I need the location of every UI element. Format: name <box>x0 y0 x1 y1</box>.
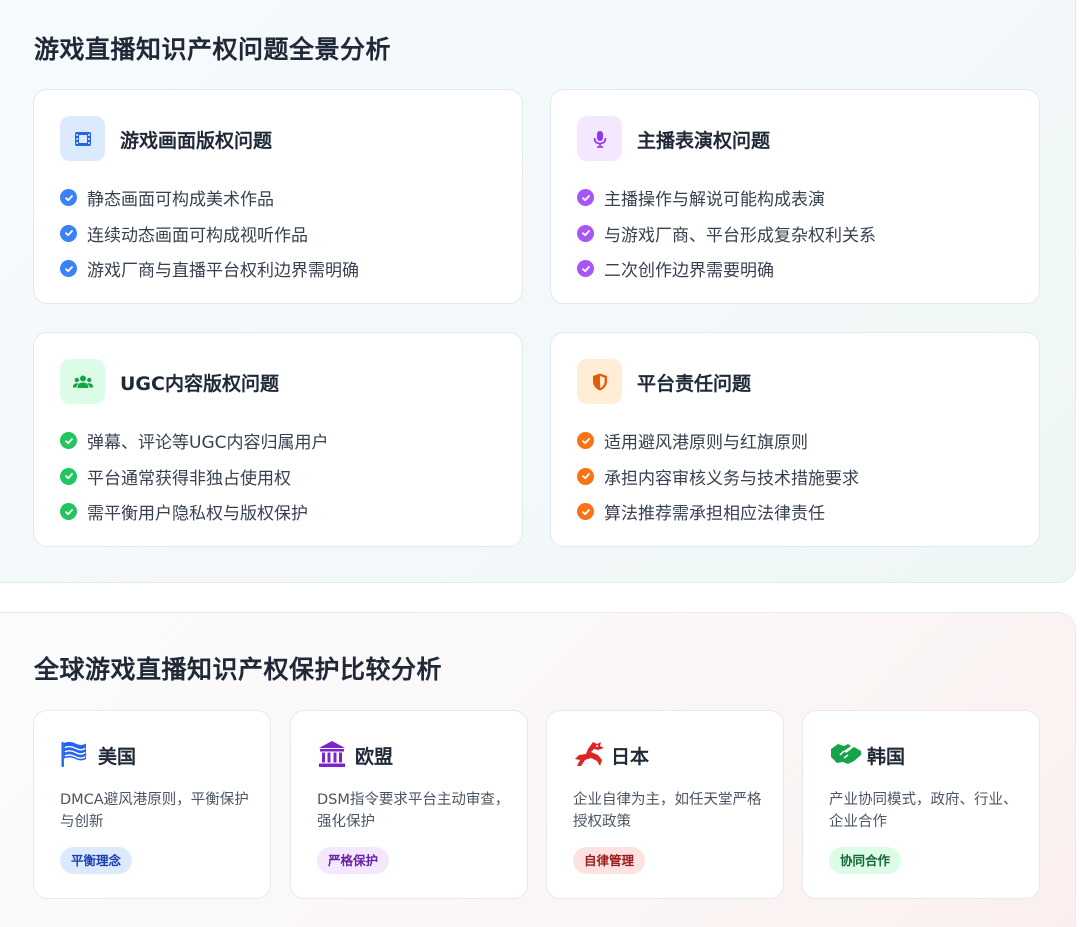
card-item-list: 弹幕、评论等UGC内容归属用户 平台通常获得非独占使用权 需平衡用户隐私权与版权… <box>60 423 329 530</box>
check-circle-icon <box>577 467 594 485</box>
list-item: 游戏厂商与直播平台权利边界需明确 <box>60 251 359 287</box>
check-circle-icon <box>577 224 594 242</box>
country-name: 美国 <box>98 746 137 768</box>
list-item: 二次创作边界需要明确 <box>577 251 876 287</box>
list-item: 弹幕、评论等UGC内容归属用户 <box>60 423 329 459</box>
country-description: DMCA避风港原则，平衡保护与创新 <box>60 792 249 830</box>
country-description: 企业自律为主，如任天堂严格授权政策 <box>573 792 762 830</box>
shield-icon <box>577 359 622 404</box>
check-circle-icon <box>577 260 594 278</box>
check-circle-icon <box>60 260 77 278</box>
list-item-text: 二次创作边界需要明确 <box>604 261 774 282</box>
country-tag: 协同合作 <box>829 847 902 874</box>
list-item-text: 算法推荐需承担相应法律责任 <box>604 504 825 525</box>
section-title-ip-issues: 游戏直播知识产权问题全景分析 <box>34 35 392 64</box>
section-title-global-comparison: 全球游戏直播知识产权保护比较分析 <box>34 655 443 684</box>
card-item-list: 适用避风港原则与红旗原则 承担内容审核义务与技术措施要求 算法推荐需承担相应法律… <box>577 423 859 530</box>
check-circle-icon <box>60 432 77 450</box>
handshake-icon <box>831 744 861 764</box>
check-circle-icon <box>60 467 77 485</box>
country-name: 日本 <box>611 746 650 768</box>
country-card-usa: 美国 DMCA避风港原则，平衡保护与创新 平衡理念 <box>33 710 271 899</box>
film-icon <box>60 116 105 161</box>
card-title: 游戏画面版权问题 <box>120 130 273 152</box>
card-platform-liability: 平台责任问题 适用避风港原则与红旗原则 承担内容审核义务与技术措施要求 算法推荐… <box>550 332 1040 547</box>
users-icon <box>60 359 105 404</box>
list-item-text: 游戏厂商与直播平台权利边界需明确 <box>87 261 359 282</box>
card-game-visual-copyright: 游戏画面版权问题 静态画面可构成美术作品 连续动态画面可构成视听作品 游戏厂商与… <box>33 89 523 304</box>
list-item-text: 静态画面可构成美术作品 <box>87 190 274 211</box>
microphone-icon <box>577 116 622 161</box>
card-title: UGC内容版权问题 <box>120 373 279 395</box>
check-circle-icon <box>577 432 594 450</box>
list-item: 算法推荐需承担相应法律责任 <box>577 494 859 530</box>
list-item: 平台通常获得非独占使用权 <box>60 459 329 495</box>
check-circle-icon <box>577 503 594 521</box>
list-item-text: 主播操作与解说可能构成表演 <box>604 190 825 211</box>
list-item-text: 弹幕、评论等UGC内容归属用户 <box>87 433 329 454</box>
card-item-list: 主播操作与解说可能构成表演 与游戏厂商、平台形成复杂权利关系 二次创作边界需要明… <box>577 180 876 287</box>
list-item-text: 承担内容审核义务与技术措施要求 <box>604 468 859 489</box>
check-circle-icon <box>60 503 77 521</box>
list-item: 连续动态画面可构成视听作品 <box>60 216 359 252</box>
check-circle-icon <box>60 224 77 242</box>
check-circle-icon <box>577 189 594 207</box>
landmark-icon <box>319 741 345 767</box>
list-item-text: 平台通常获得非独占使用权 <box>87 468 291 489</box>
country-name: 欧盟 <box>355 746 394 768</box>
list-item: 需平衡用户隐私权与版权保护 <box>60 494 329 530</box>
card-title: 平台责任问题 <box>637 373 752 395</box>
list-item: 与游戏厂商、平台形成复杂权利关系 <box>577 216 876 252</box>
country-card-eu: 欧盟 DSM指令要求平台主动审查，强化保护 严格保护 <box>290 710 528 899</box>
list-item: 主播操作与解说可能构成表演 <box>577 180 876 216</box>
country-tag: 严格保护 <box>317 847 390 874</box>
list-item: 静态画面可构成美术作品 <box>60 180 359 216</box>
list-item-text: 需平衡用户隐私权与版权保护 <box>87 504 308 525</box>
card-item-list: 静态画面可构成美术作品 连续动态画面可构成视听作品 游戏厂商与直播平台权利边界需… <box>60 180 359 287</box>
country-card-japan: 日本 企业自律为主，如任天堂严格授权政策 自律管理 <box>546 710 784 899</box>
list-item-text: 连续动态画面可构成视听作品 <box>87 225 308 246</box>
country-card-korea: 韩国 产业协同模式，政府、行业、企业合作 协同合作 <box>802 710 1040 899</box>
dragon-icon <box>575 742 604 766</box>
card-title: 主播表演权问题 <box>637 130 771 152</box>
list-item-text: 适用避风港原则与红旗原则 <box>604 433 808 454</box>
country-name: 韩国 <box>867 746 906 768</box>
list-item: 适用避风港原则与红旗原则 <box>577 423 859 459</box>
country-description: DSM指令要求平台主动审查，强化保护 <box>317 792 510 830</box>
country-tag: 平衡理念 <box>60 847 133 874</box>
list-item: 承担内容审核义务与技术措施要求 <box>577 459 859 495</box>
card-ugc-copyright: UGC内容版权问题 弹幕、评论等UGC内容归属用户 平台通常获得非独占使用权 需… <box>33 332 523 547</box>
flag-usa-icon <box>61 741 86 767</box>
check-circle-icon <box>60 189 77 207</box>
country-tag: 自律管理 <box>573 847 646 874</box>
list-item-text: 与游戏厂商、平台形成复杂权利关系 <box>604 225 876 246</box>
country-description: 产业协同模式，政府、行业、企业合作 <box>829 792 1018 830</box>
card-streamer-performance-right: 主播表演权问题 主播操作与解说可能构成表演 与游戏厂商、平台形成复杂权利关系 二… <box>550 89 1040 304</box>
